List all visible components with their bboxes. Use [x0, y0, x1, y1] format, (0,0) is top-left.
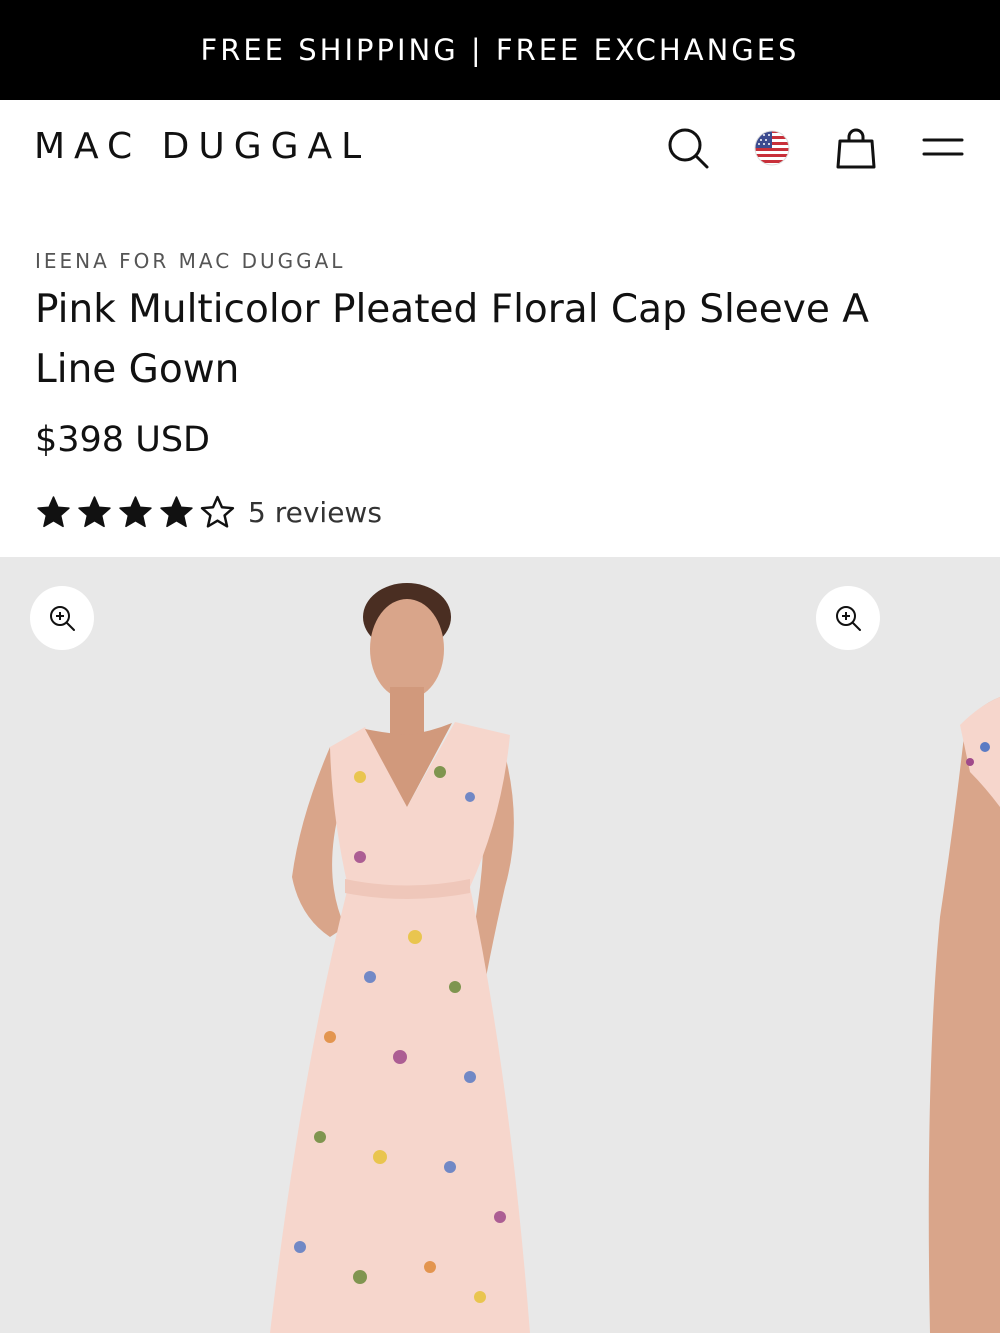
product-gallery[interactable] [0, 557, 1000, 1333]
product-rating[interactable]: 5 reviews [35, 490, 382, 534]
logo[interactable]: MAC DUGGAL [34, 126, 370, 167]
zoom-in-button[interactable] [30, 586, 94, 650]
announcement-text: FREE SHIPPING | FREE EXCHANGES [200, 33, 800, 67]
star-empty-icon [200, 495, 235, 528]
star-filled-icon [160, 495, 193, 527]
star-filled-icon [37, 495, 70, 527]
model-figure [270, 583, 530, 1333]
product-price: $398 USD [35, 420, 210, 460]
us-flag-icon[interactable] [746, 122, 798, 174]
star-filled-icon [78, 495, 111, 527]
next-image-peek [928, 697, 1000, 1333]
zoom-in-button-next[interactable] [816, 586, 880, 650]
shopping-bag-icon[interactable] [830, 122, 882, 174]
announcement-bar: FREE SHIPPING | FREE EXCHANGES [0, 0, 1000, 100]
product-title: Pink Multicolor Pleated Floral Cap Sleev… [35, 287, 869, 392]
star-filled-icon [119, 495, 152, 527]
rating-stars [35, 494, 236, 531]
product-brand[interactable]: IEENA FOR MAC DUGGAL [35, 249, 345, 273]
site-header: MAC DUGGAL [0, 100, 1000, 195]
search-icon[interactable] [662, 122, 714, 174]
zoom-in-icon [836, 606, 861, 631]
product-image [270, 583, 1000, 1333]
menu-icon[interactable] [917, 122, 969, 174]
zoom-in-icon [50, 606, 75, 631]
reviews-link[interactable]: 5 reviews [248, 496, 382, 529]
